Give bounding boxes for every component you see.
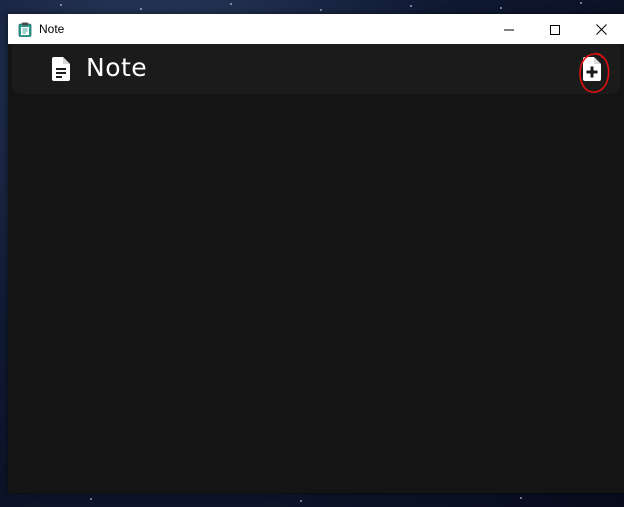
- minimize-button[interactable]: [486, 14, 532, 44]
- background-star: [410, 5, 412, 7]
- close-icon: [595, 20, 607, 39]
- background-star: [90, 498, 92, 500]
- clipboard-icon: [18, 22, 32, 37]
- app-title: Note: [86, 53, 148, 82]
- document-icon: [50, 56, 72, 82]
- background-star: [230, 3, 232, 5]
- new-note-button[interactable]: [581, 56, 603, 82]
- background-star: [140, 8, 142, 10]
- close-button[interactable]: [578, 14, 624, 44]
- window-titlebar[interactable]: Note: [8, 14, 624, 44]
- minimize-icon: [504, 20, 514, 39]
- notes-content-area[interactable]: [8, 94, 624, 493]
- background-star: [320, 9, 322, 11]
- app-header: Note: [12, 44, 620, 94]
- file-plus-icon: [581, 57, 603, 86]
- background-star: [520, 497, 522, 499]
- window-title: Note: [39, 22, 65, 36]
- background-star: [580, 2, 582, 4]
- window-controls: [486, 14, 624, 44]
- background-star: [60, 4, 62, 6]
- background-star: [300, 500, 302, 502]
- maximize-button[interactable]: [532, 14, 578, 44]
- background-star: [500, 7, 502, 9]
- maximize-icon: [550, 20, 560, 39]
- note-window: Note Note: [8, 14, 624, 493]
